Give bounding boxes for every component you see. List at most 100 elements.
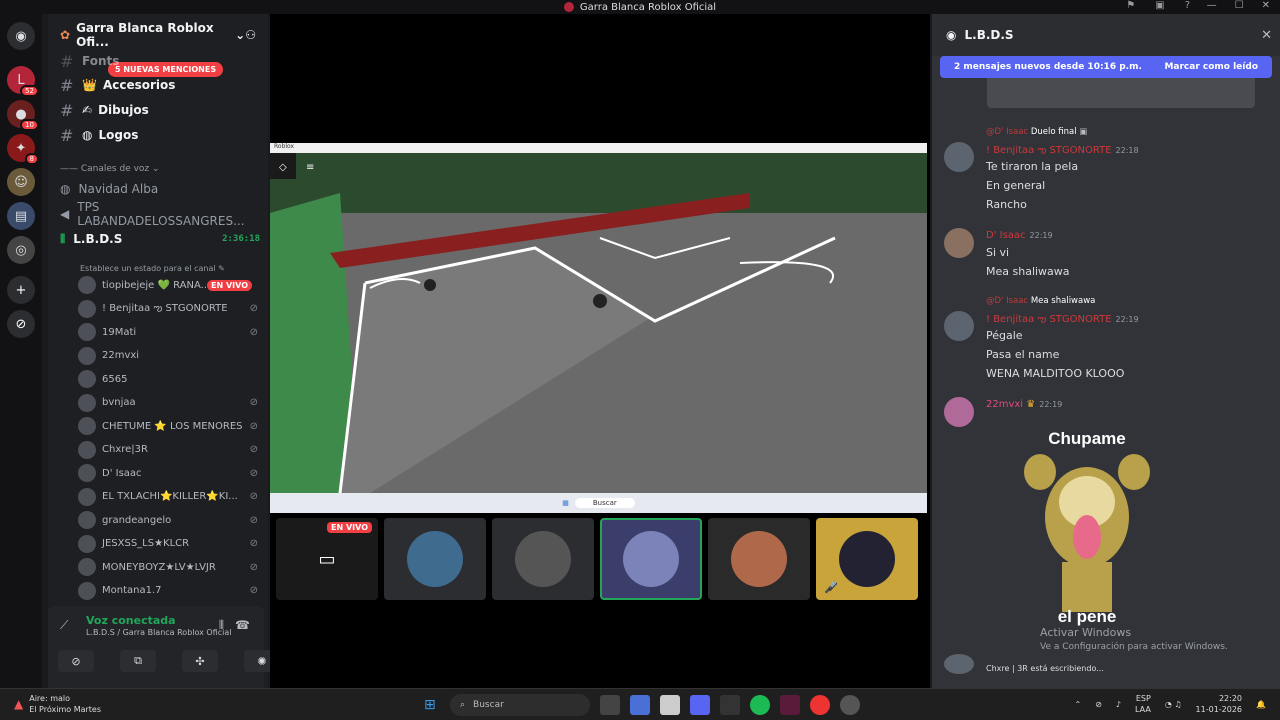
avatar[interactable] <box>944 228 974 258</box>
server-icon-3[interactable]: ✦ 8 <box>7 134 39 165</box>
server-icon-5[interactable]: ▤ <box>7 202 35 230</box>
discord-home-icon[interactable]: ◉ <box>7 22 35 50</box>
minimize-button[interactable]: — <box>1207 0 1217 11</box>
screen-share-icon: ⧉ <box>134 654 142 667</box>
help-icon[interactable]: ? <box>1185 0 1190 11</box>
avatar[interactable] <box>944 311 974 341</box>
screen-share-button[interactable]: ⧉ <box>120 650 156 672</box>
close-button[interactable]: ✕ <box>1262 0 1270 11</box>
reply-preview[interactable]: @D' Isaac Duelo final ▣ <box>986 127 1087 137</box>
monkey-sticker[interactable]: Chupame el pene <box>1022 422 1152 632</box>
message-time: 22:19 <box>1115 315 1139 324</box>
mark-read-button[interactable]: Marcar como leído <box>1164 62 1258 72</box>
server-icon-2[interactable]: ● 10 <box>7 100 39 131</box>
stream-view[interactable]: Roblox ◇ ≡ ▦ Buscar <box>270 143 927 513</box>
mic-icon[interactable]: ♪ <box>1116 700 1121 709</box>
participant-thumbnail[interactable] <box>492 518 594 600</box>
channel-fonts[interactable]: # Fonts <box>48 50 268 72</box>
author-name: ! Benjitaa ఌ STGONORTE <box>986 145 1112 156</box>
server-icon-6[interactable]: ◎ <box>7 236 35 264</box>
message-author[interactable]: ! Benjitaa ఌ STGONORTE 22:18 <box>986 144 1139 158</box>
voice-member[interactable]: EL TXLACHI⭐KILLER⭐KI... ⊘ <box>78 486 264 508</box>
crown-icon: ♛ <box>1026 399 1036 410</box>
voice-channel-navidad[interactable]: ◍ Navidad Alba <box>48 178 268 200</box>
copilot-icon[interactable] <box>630 695 650 715</box>
spotify-icon[interactable] <box>750 695 770 715</box>
opera-icon[interactable] <box>810 695 830 715</box>
channel-status[interactable]: Establece un estado para el canal ✎ <box>80 264 225 273</box>
server-icon-4[interactable]: ☺ <box>7 168 35 196</box>
image-attachment[interactable] <box>987 78 1255 108</box>
muted-icon: ⊘ <box>249 326 258 338</box>
roblox-icon[interactable] <box>840 695 860 715</box>
voice-member[interactable]: 6565 <box>78 368 264 390</box>
discord-taskbar-icon[interactable] <box>690 695 710 715</box>
maximize-button[interactable]: ☐ <box>1235 0 1244 11</box>
voice-channel-tps[interactable]: ◀ TPS LABANDADELOSSANGRES... <box>48 200 268 228</box>
voice-member[interactable]: D' Isaac ⊘ <box>78 462 264 484</box>
stream-thumbnail[interactable]: ▭ EN VIVO <box>276 518 378 600</box>
new-messages-bar[interactable]: 2 mensajes nuevos desde 10:16 p.m. Marca… <box>940 56 1272 78</box>
explore-icon[interactable]: ⊘ <box>7 310 35 338</box>
wifi-volume-icon[interactable]: ◔ ♫ <box>1165 700 1182 709</box>
language-indicator[interactable]: ESP LAA <box>1135 693 1151 715</box>
taskbar-search[interactable]: ⌕ Buscar <box>450 694 590 716</box>
avatar <box>623 531 679 587</box>
hash-icon: # <box>60 75 74 95</box>
voice-member[interactable]: 19Mati ⊘ <box>78 321 264 343</box>
voice-member[interactable]: 22mvxi <box>78 345 264 367</box>
message-author[interactable]: D' Isaac 22:19 <box>986 230 1053 241</box>
channel-dibujos[interactable]: # ✍ Dibujos <box>48 99 268 121</box>
windows-taskbar: ▲ Aire: malo El Próximo Martes ⊞ ⌕ Buscar … <box>0 688 1280 720</box>
voice-member[interactable]: Montana1.7 ⊘ <box>78 580 264 602</box>
voice-member[interactable]: grandeangelo ⊘ <box>78 509 264 531</box>
voice-member[interactable]: bvnjaa ⊘ <box>78 392 264 414</box>
add-server-icon[interactable]: + <box>7 276 35 304</box>
muted-icon: ⊘ <box>249 467 258 479</box>
weather-widget[interactable]: ▲ Aire: malo El Próximo Martes <box>14 693 101 715</box>
hash-icon: # <box>60 125 74 145</box>
notifications-icon[interactable]: 🔔 <box>1256 700 1266 709</box>
voice-member[interactable]: MONEYBOYZ★LV★LVJR ⊘ <box>78 556 264 578</box>
noise-suppression-icon[interactable]: ⦀ <box>219 618 224 633</box>
epic-icon[interactable] <box>720 695 740 715</box>
app-icon-p[interactable] <box>660 695 680 715</box>
server-lmd-icon[interactable]: L 52 <box>7 66 39 97</box>
reply-preview[interactable]: @D' Isaac Mea shaliwawa <box>986 296 1095 306</box>
task-view-icon[interactable] <box>600 695 620 715</box>
inbox-icon[interactable]: ⚑ <box>1126 0 1135 11</box>
voice-member[interactable]: Chxre|3R ⊘ <box>78 439 264 461</box>
download-icon[interactable]: ▣ <box>1155 0 1164 11</box>
channel-status-text: Establece un estado para el canal <box>80 264 216 273</box>
chevron-up-icon[interactable]: ⌃ <box>1075 700 1082 709</box>
activities-button[interactable]: ✣ <box>182 650 218 672</box>
member-name: grandeangelo <box>102 514 172 526</box>
app-icon-m[interactable] <box>780 695 800 715</box>
channel-accesorios[interactable]: # 👑 Accesorios <box>48 74 268 96</box>
network-icon[interactable]: ⊘ <box>1095 700 1102 709</box>
voice-member[interactable]: JESXSS_LS★KLCR ⊘ <box>78 533 264 555</box>
disconnect-icon[interactable]: ☎ <box>235 618 250 632</box>
close-chat-icon[interactable]: ✕ <box>1261 28 1272 43</box>
muted-icon: 🎤̸ <box>824 581 838 594</box>
invite-icon[interactable]: ⚇ <box>245 28 256 42</box>
participant-thumbnail[interactable] <box>600 518 702 600</box>
clock[interactable]: 22:20 11-01-2026 <box>1196 693 1243 715</box>
voice-channel-lbds[interactable]: ⦀ L.B.D.S 2:36:18 <box>48 228 268 250</box>
participant-thumbnail[interactable] <box>384 518 486 600</box>
avatar[interactable] <box>944 397 974 427</box>
window-title: Garra Blanca Roblox Oficial <box>579 1 717 13</box>
windows-start-icon[interactable]: ⊞ <box>424 697 436 713</box>
avatar[interactable] <box>944 142 974 172</box>
participant-thumbnail[interactable] <box>708 518 810 600</box>
message-author[interactable]: ! Benjitaa ఌ STGONORTE 22:19 <box>986 313 1139 327</box>
voice-member[interactable]: ! Benjitaa ఌ STGONORTE ⊘ <box>78 298 264 320</box>
voice-location[interactable]: L.B.D.S / Garra Blanca Roblox Oficial <box>86 628 232 637</box>
voice-member[interactable]: CHETUME ⭐ LOS MENORES ⊘ <box>78 415 264 437</box>
message-author[interactable]: 22mvxi ♛ 22:19 <box>986 399 1062 410</box>
voice-member[interactable]: tiopibejeje 💚 RANA... EN VIVO <box>78 274 264 296</box>
channel-logos[interactable]: # ◍ Logos <box>48 124 268 146</box>
participant-thumbnail[interactable]: 🎤̸ <box>816 518 918 600</box>
camera-off-button[interactable]: ⊘ <box>58 650 94 672</box>
voice-category-header[interactable]: —— Canales de voz ⌄ <box>60 164 160 174</box>
